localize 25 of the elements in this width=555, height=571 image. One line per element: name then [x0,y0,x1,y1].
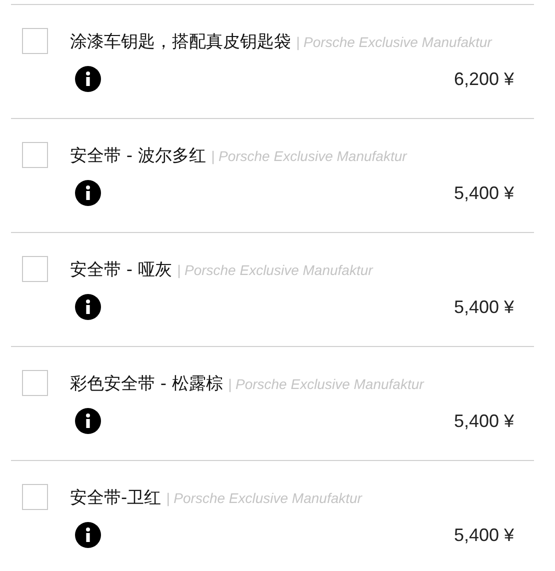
brand-label: | Porsche Exclusive Manufaktur [210,148,407,164]
price-label: 5,400 ¥ [454,524,514,546]
brand-label: | Porsche Exclusive Manufaktur [176,262,373,278]
price-label: 6,200 ¥ [454,68,514,90]
price-label: 5,400 ¥ [454,182,514,204]
info-icon[interactable] [75,408,101,434]
brand-label: | Porsche Exclusive Manufaktur [166,490,362,506]
price-label: 5,400 ¥ [454,296,514,318]
price-label: 5,400 ¥ [454,410,514,432]
brand-label: | Porsche Exclusive Manufaktur [296,34,492,50]
info-icon[interactable] [75,180,101,206]
info-icon[interactable] [75,66,101,92]
info-icon[interactable] [75,522,101,548]
checkbox[interactable] [22,370,48,396]
checkbox[interactable] [22,142,48,168]
info-icon[interactable] [75,294,101,320]
product-title: 安全带 - 波尔多红 [70,144,206,166]
product-title: 安全带 - 哑灰 [70,258,172,280]
checkbox[interactable] [22,28,48,54]
checkbox[interactable] [22,484,48,510]
product-title: 涂漆车钥匙，搭配真皮钥匙袋 [70,30,291,52]
product-title: 安全带-卫红 [70,486,162,508]
brand-label: | Porsche Exclusive Manufaktur [228,376,424,392]
product-title: 彩色安全带 - 松露棕 [70,372,223,394]
checkbox[interactable] [22,256,48,282]
